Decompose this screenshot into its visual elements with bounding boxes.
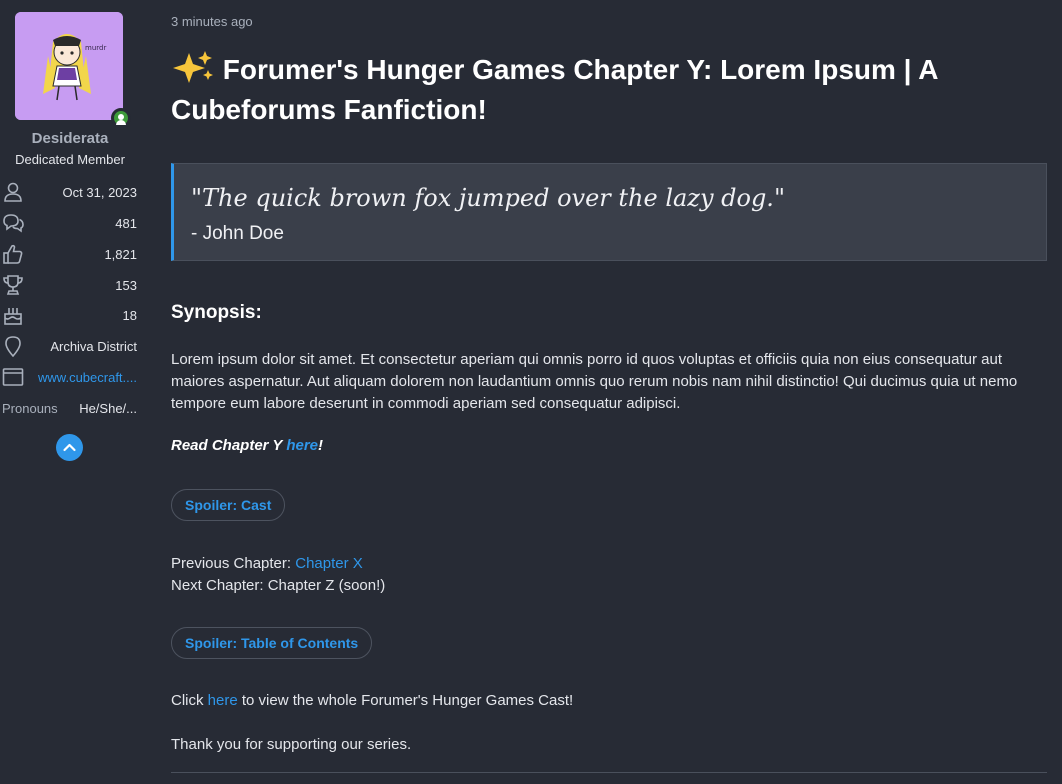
synopsis-heading: Synopsis: bbox=[171, 302, 262, 323]
message-count: 481 bbox=[115, 216, 137, 231]
previous-chapter-label: Previous Chapter: bbox=[171, 555, 296, 572]
post-title: Forumer's Hunger Games Chapter Y: Lorem … bbox=[171, 50, 1041, 130]
next-chapter-line: Next Chapter: Chapter Z (soon!) bbox=[171, 577, 386, 594]
read-chapter-suffix: ! bbox=[318, 437, 324, 454]
spoiler-toc-button[interactable]: Spoiler: Table of Contents bbox=[171, 627, 373, 659]
previous-chapter-line: Previous Chapter: Chapter X bbox=[171, 555, 363, 572]
trophy-icon bbox=[2, 274, 24, 296]
user-website-link[interactable]: www.cubecraft.... bbox=[38, 370, 137, 385]
username[interactable]: Desiderata bbox=[0, 130, 140, 147]
user-icon bbox=[2, 181, 24, 203]
avatar[interactable]: murdr bbox=[15, 12, 123, 120]
read-chapter-line: Read Chapter Y here! bbox=[171, 437, 323, 454]
online-status-icon bbox=[111, 108, 131, 128]
post-timestamp[interactable]: 3 minutes ago bbox=[171, 14, 253, 29]
cast-link-prefix: Click bbox=[171, 692, 208, 709]
stat-messages: 481 bbox=[0, 212, 140, 236]
reaction-score: 1,821 bbox=[104, 247, 137, 262]
pronouns-value: He/She/... bbox=[79, 401, 137, 416]
read-chapter-link[interactable]: here bbox=[286, 437, 318, 454]
trophy-points: 153 bbox=[115, 278, 137, 293]
user-sidebar: murdr Desiderata Dedicated Member Oct 31… bbox=[0, 0, 140, 784]
svg-text:murdr: murdr bbox=[85, 44, 106, 52]
previous-chapter-link[interactable]: Chapter X bbox=[295, 555, 363, 572]
browser-window-icon bbox=[2, 366, 24, 388]
stat-pronouns: Pronouns He/She/... bbox=[0, 397, 140, 421]
stat-website: www.cubecraft.... bbox=[0, 366, 140, 390]
joined-date: Oct 31, 2023 bbox=[62, 185, 137, 200]
stat-reactions: 1,821 bbox=[0, 243, 140, 267]
stat-points: 153 bbox=[0, 274, 140, 298]
avatar-drawing: murdr bbox=[15, 12, 123, 120]
read-chapter-prefix: Read Chapter Y bbox=[171, 437, 287, 454]
collapse-sidebar-button[interactable] bbox=[56, 434, 83, 461]
chat-bubbles-icon bbox=[2, 212, 24, 234]
blockquote: "The quick brown fox jumped over the laz… bbox=[171, 163, 1047, 261]
cast-link-line: Click here to view the whole Forumer's H… bbox=[171, 692, 573, 709]
user-location[interactable]: Archiva District bbox=[50, 339, 137, 354]
pronouns-label: Pronouns bbox=[2, 401, 58, 416]
post-title-text: Forumer's Hunger Games Chapter Y: Lorem … bbox=[171, 54, 938, 125]
user-age: 18 bbox=[122, 308, 137, 323]
post-divider bbox=[171, 772, 1047, 773]
thanks-line: Thank you for supporting our series. bbox=[171, 736, 412, 753]
spoiler-cast-button[interactable]: Spoiler: Cast bbox=[171, 489, 286, 521]
stat-location: Archiva District bbox=[0, 335, 140, 359]
cast-link-suffix: to view the whole Forumer's Hunger Games… bbox=[237, 692, 574, 709]
stat-joined: Oct 31, 2023 bbox=[0, 181, 140, 205]
map-pin-icon bbox=[2, 335, 24, 357]
quote-text: "The quick brown fox jumped over the laz… bbox=[191, 184, 785, 212]
thumbs-up-icon bbox=[2, 243, 24, 265]
birthday-cake-icon bbox=[2, 304, 24, 326]
sparkles-icon bbox=[173, 51, 213, 83]
chevron-up-icon bbox=[63, 443, 76, 452]
synopsis-body: Lorem ipsum dolor sit amet. Et consectet… bbox=[171, 351, 1018, 412]
quote-author: - John Doe bbox=[191, 223, 284, 244]
user-title: Dedicated Member bbox=[15, 152, 125, 167]
cast-link[interactable]: here bbox=[208, 692, 238, 709]
avatar-wrap: murdr bbox=[15, 12, 131, 128]
stat-age: 18 bbox=[0, 304, 140, 328]
